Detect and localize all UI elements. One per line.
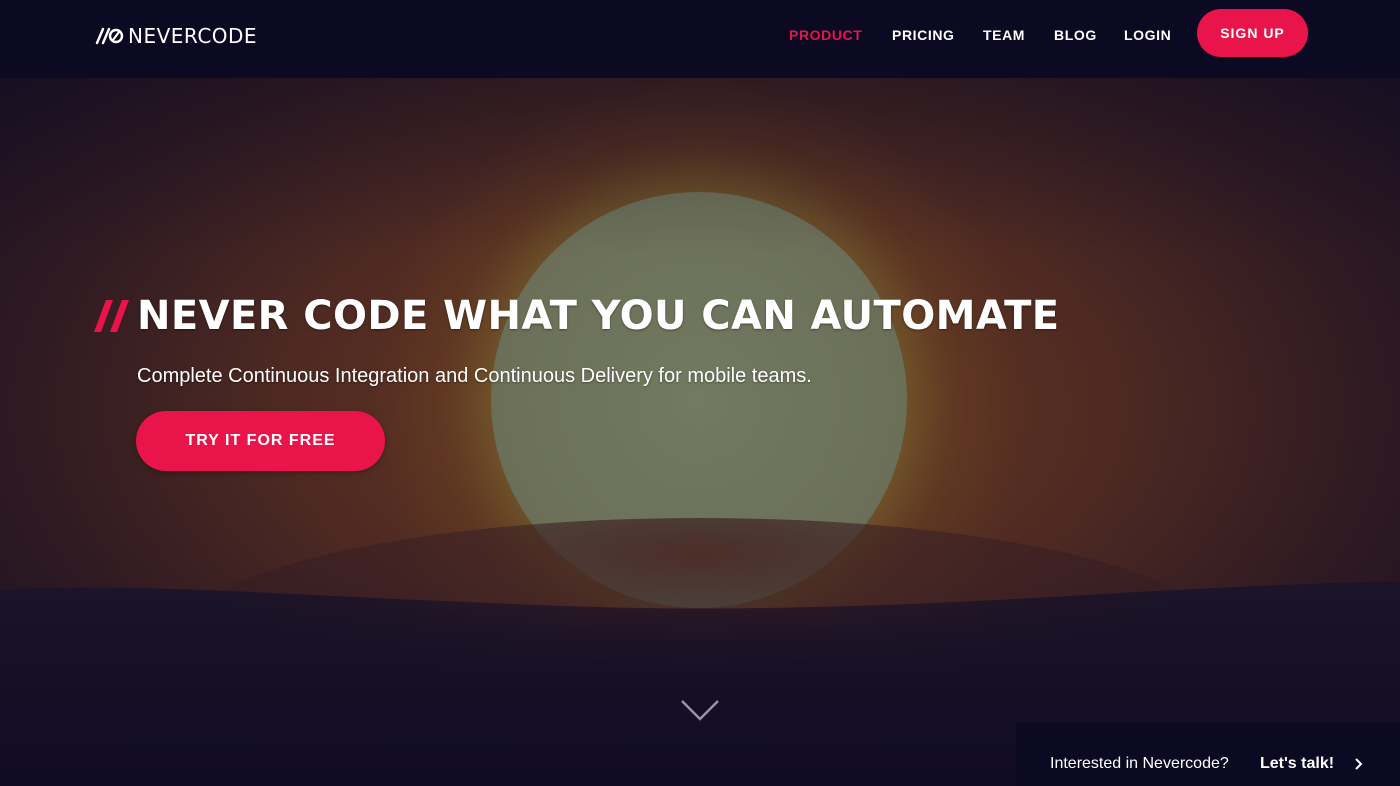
landing-page: NEVERCODE PRODUCT PRICING TEAM BLOG LOGI… xyxy=(0,0,1400,786)
chevron-down-icon[interactable] xyxy=(680,698,720,724)
top-navbar: NEVERCODE PRODUCT PRICING TEAM BLOG LOGI… xyxy=(0,0,1400,78)
nevercode-logo-icon xyxy=(95,27,124,45)
brand-name: NEVERCODE xyxy=(128,24,258,48)
lets-talk-link[interactable]: Let's talk! xyxy=(1260,755,1334,773)
signup-button[interactable]: SIGN UP xyxy=(1197,9,1308,57)
hero-headline: NEVER CODE WHAT YOU CAN AUTOMATE xyxy=(94,293,1060,339)
nav-login[interactable]: LOGIN xyxy=(1124,27,1171,43)
chat-question: Interested in Nevercode? xyxy=(1050,755,1229,772)
hero-headline-text: NEVER CODE WHAT YOU CAN AUTOMATE xyxy=(137,293,1060,339)
nav-product[interactable]: PRODUCT xyxy=(789,27,862,43)
nav-team[interactable]: TEAM xyxy=(983,27,1025,43)
double-slash-icon xyxy=(94,300,129,332)
nevercode-logo[interactable]: NEVERCODE xyxy=(94,24,257,48)
try-it-free-button[interactable]: TRY IT FOR FREE xyxy=(136,411,385,471)
nav-pricing[interactable]: PRICING xyxy=(892,27,955,43)
hero-subheadline: Complete Continuous Integration and Cont… xyxy=(137,365,812,387)
chat-widget[interactable]: Interested in Nevercode? Let's talk! xyxy=(1016,723,1400,786)
chevron-right-icon[interactable] xyxy=(1354,757,1364,771)
nav-blog[interactable]: BLOG xyxy=(1054,27,1097,43)
